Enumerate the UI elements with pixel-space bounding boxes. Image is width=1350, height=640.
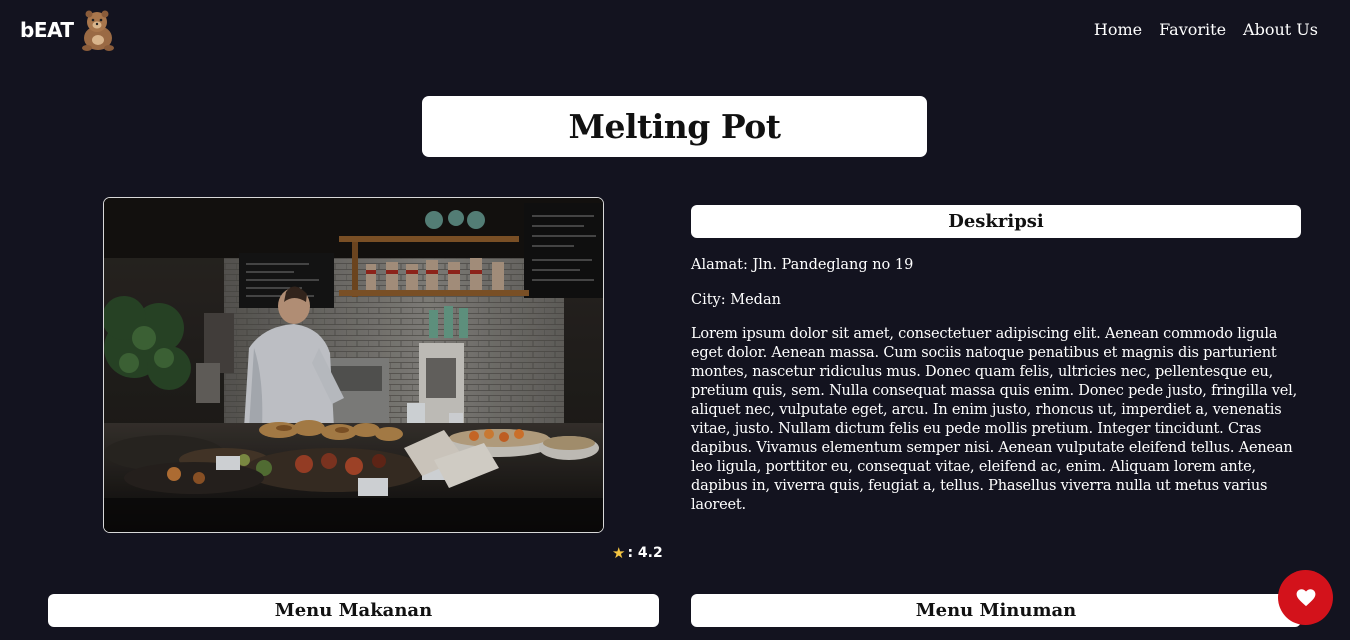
food-menu-heading: Menu Makanan bbox=[48, 594, 659, 627]
star-icon: ★ bbox=[612, 544, 626, 562]
page-title: Melting Pot bbox=[568, 107, 781, 146]
nav-link-about-us[interactable]: About Us bbox=[1243, 20, 1318, 39]
favorite-button[interactable] bbox=[1278, 570, 1333, 625]
rating: ★ : 4.2 bbox=[612, 544, 663, 562]
city-text: City: Medan bbox=[691, 292, 781, 308]
navbar: bEAT Home Favorite About Us bbox=[0, 0, 1350, 62]
description-heading-text: Deskripsi bbox=[948, 211, 1044, 232]
bear-mascot-icon bbox=[81, 10, 114, 51]
restaurant-photo bbox=[103, 197, 604, 533]
nav-link-favorite[interactable]: Favorite bbox=[1159, 20, 1226, 39]
food-menu-heading-text: Menu Makanan bbox=[274, 600, 433, 621]
restaurant-photo-image bbox=[104, 198, 603, 532]
nav-link-home[interactable]: Home bbox=[1094, 20, 1142, 39]
address-text: Alamat: Jln. Pandeglang no 19 bbox=[691, 257, 914, 273]
heart-icon bbox=[1296, 588, 1315, 606]
brand[interactable]: bEAT bbox=[20, 8, 118, 52]
drink-menu-heading-text: Menu Minuman bbox=[915, 600, 1077, 621]
rating-value: : 4.2 bbox=[627, 545, 663, 561]
description-text: Lorem ipsum dolor sit amet, consectetuer… bbox=[691, 326, 1298, 513]
drink-menu-heading: Menu Minuman bbox=[691, 594, 1301, 627]
brand-name: bEAT bbox=[20, 18, 74, 42]
title-box: Melting Pot bbox=[422, 96, 927, 157]
description-heading: Deskripsi bbox=[691, 205, 1301, 238]
nav-links: Home Favorite About Us bbox=[1094, 20, 1318, 39]
